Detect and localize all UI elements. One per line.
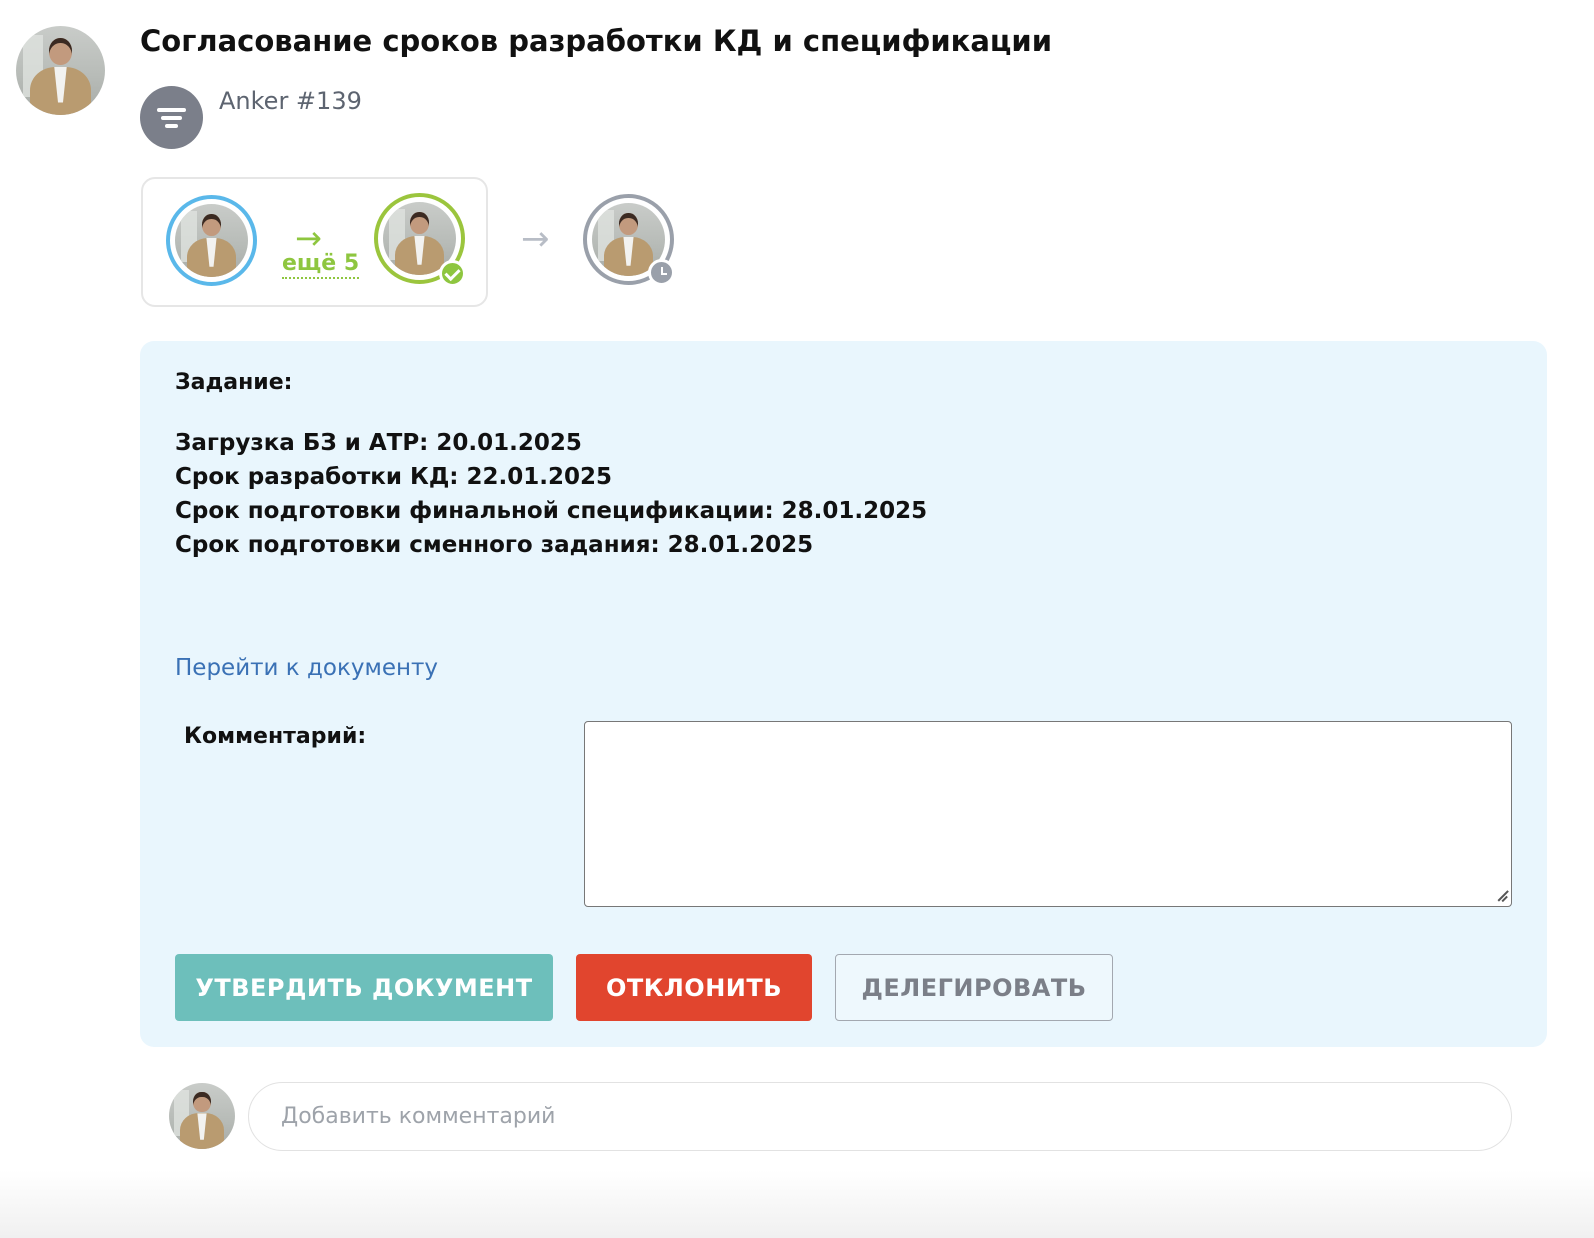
comment-label: Комментарий: <box>184 724 367 749</box>
arrow-right-icon: → <box>521 219 550 259</box>
task-line: Загрузка БЗ и АТР: 20.01.2025 <box>175 430 582 456</box>
clock-icon <box>648 259 675 286</box>
task-line: Срок подготовки сменного задания: 28.01.… <box>175 532 814 558</box>
current-user-avatar <box>169 1083 235 1149</box>
task-title: Согласование сроков разработки КД и спец… <box>140 24 1053 58</box>
bottom-fade <box>0 1170 1594 1238</box>
task-line: Срок разработки КД: 22.01.2025 <box>175 464 613 490</box>
route-step-current[interactable] <box>166 195 257 286</box>
participant-avatar <box>175 204 248 277</box>
author-avatar[interactable] <box>16 26 105 115</box>
resize-handle-icon[interactable] <box>1494 889 1508 903</box>
process-name[interactable]: Anker #139 <box>219 87 362 115</box>
task-line: Срок подготовки финальной спецификации: … <box>175 498 928 524</box>
arrow-right-icon: → <box>295 219 322 257</box>
reject-button[interactable]: Отклонить <box>576 954 812 1021</box>
comment-textarea[interactable] <box>584 721 1512 907</box>
filter-funnel-icon <box>140 86 203 149</box>
go-to-document-link[interactable]: Перейти к документу <box>175 655 438 681</box>
approve-document-button[interactable]: Утвердить документ <box>175 954 553 1021</box>
add-comment-input[interactable]: Добавить комментарий <box>248 1082 1512 1151</box>
check-icon <box>439 260 466 287</box>
more-participants-link[interactable]: ещё 5 <box>282 251 360 280</box>
delegate-button[interactable]: Делегировать <box>835 954 1113 1021</box>
task-label: Задание: <box>175 370 293 395</box>
